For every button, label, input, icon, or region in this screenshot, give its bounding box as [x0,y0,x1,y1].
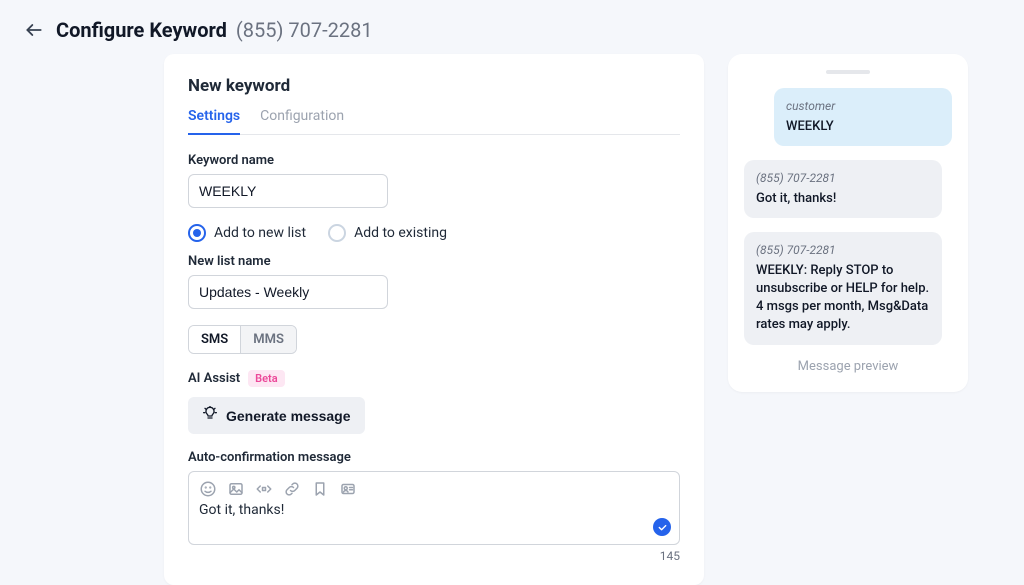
preview-reply2-sender: (855) 707-2281 [756,242,930,259]
back-arrow-icon[interactable] [24,20,44,40]
preview-reply1-sender: (855) 707-2281 [756,170,930,187]
generate-message-label: Generate message [226,408,351,424]
preview-label: Message preview [744,359,952,374]
tab-settings[interactable]: Settings [188,108,240,134]
list-mode-section: Add to new list Add to existing New list… [188,224,680,309]
tab-configuration[interactable]: Configuration [260,108,344,134]
keyword-name-input[interactable] [188,174,388,208]
phone-notch-bar [826,70,870,74]
link-icon[interactable] [283,480,301,498]
preview-customer-bubble: customer WEEKLY [774,88,952,146]
new-list-name-label: New list name [188,254,680,269]
card-title: New keyword [188,76,680,96]
page-title: Configure Keyword (855) 707-2281 [56,18,373,42]
page-title-text: Configure Keyword [56,18,227,42]
editor-toolbar [189,472,679,498]
radio-icon [328,224,346,242]
ai-assist-label: AI Assist [188,371,240,386]
auto-confirm-section: Auto-confirmation message Got it, thanks… [188,450,680,563]
main-card: New keyword Settings Configuration Keywo… [164,54,704,585]
new-list-name-input[interactable] [188,275,388,309]
beta-badge: Beta [248,370,285,387]
char-count: 145 [188,549,680,563]
ai-assist-section: AI Assist Beta Generate message [188,370,680,434]
merge-field-icon[interactable] [255,480,273,498]
radio-add-new-label: Add to new list [214,225,306,241]
radio-add-existing[interactable]: Add to existing [328,224,447,242]
radio-add-new-list[interactable]: Add to new list [188,224,306,242]
keyword-name-section: Keyword name [188,153,680,208]
preview-reply1-bubble: (855) 707-2281 Got it, thanks! [744,160,942,218]
message-preview-card: customer WEEKLY (855) 707-2281 Got it, t… [728,54,968,392]
page-header: Configure Keyword (855) 707-2281 [0,0,1024,54]
emoji-icon[interactable] [199,480,217,498]
list-mode-radio-row: Add to new list Add to existing [188,224,680,242]
generate-message-button[interactable]: Generate message [188,397,365,434]
preview-customer-sender: customer [786,98,940,115]
content-row: New keyword Settings Configuration Keywo… [0,54,1024,585]
check-icon [653,518,671,536]
preview-customer-text: WEEKLY [786,119,834,134]
preview-reply1-text: Got it, thanks! [756,191,836,206]
channel-sms[interactable]: SMS [189,326,240,353]
bookmark-icon[interactable] [311,480,329,498]
channel-toggle: SMS MMS [188,325,297,354]
auto-confirm-label: Auto-confirmation message [188,450,680,465]
auto-confirm-text[interactable]: Got it, thanks! [189,498,679,544]
contact-card-icon[interactable] [339,480,357,498]
channel-mms[interactable]: MMS [240,326,296,353]
image-icon[interactable] [227,480,245,498]
tabs: Settings Configuration [188,108,680,135]
radio-add-existing-label: Add to existing [354,225,447,241]
preview-reply2-bubble: (855) 707-2281 WEEKLY: Reply STOP to uns… [744,232,942,345]
radio-icon [188,224,206,242]
preview-reply2-text: WEEKLY: Reply STOP to unsubscribe or HEL… [756,263,929,333]
keyword-name-label: Keyword name [188,153,680,168]
ai-assist-row: AI Assist Beta [188,370,680,387]
lightbulb-icon [202,406,218,425]
channel-section: SMS MMS [188,325,680,354]
page-title-phone: (855) 707-2281 [236,18,373,42]
